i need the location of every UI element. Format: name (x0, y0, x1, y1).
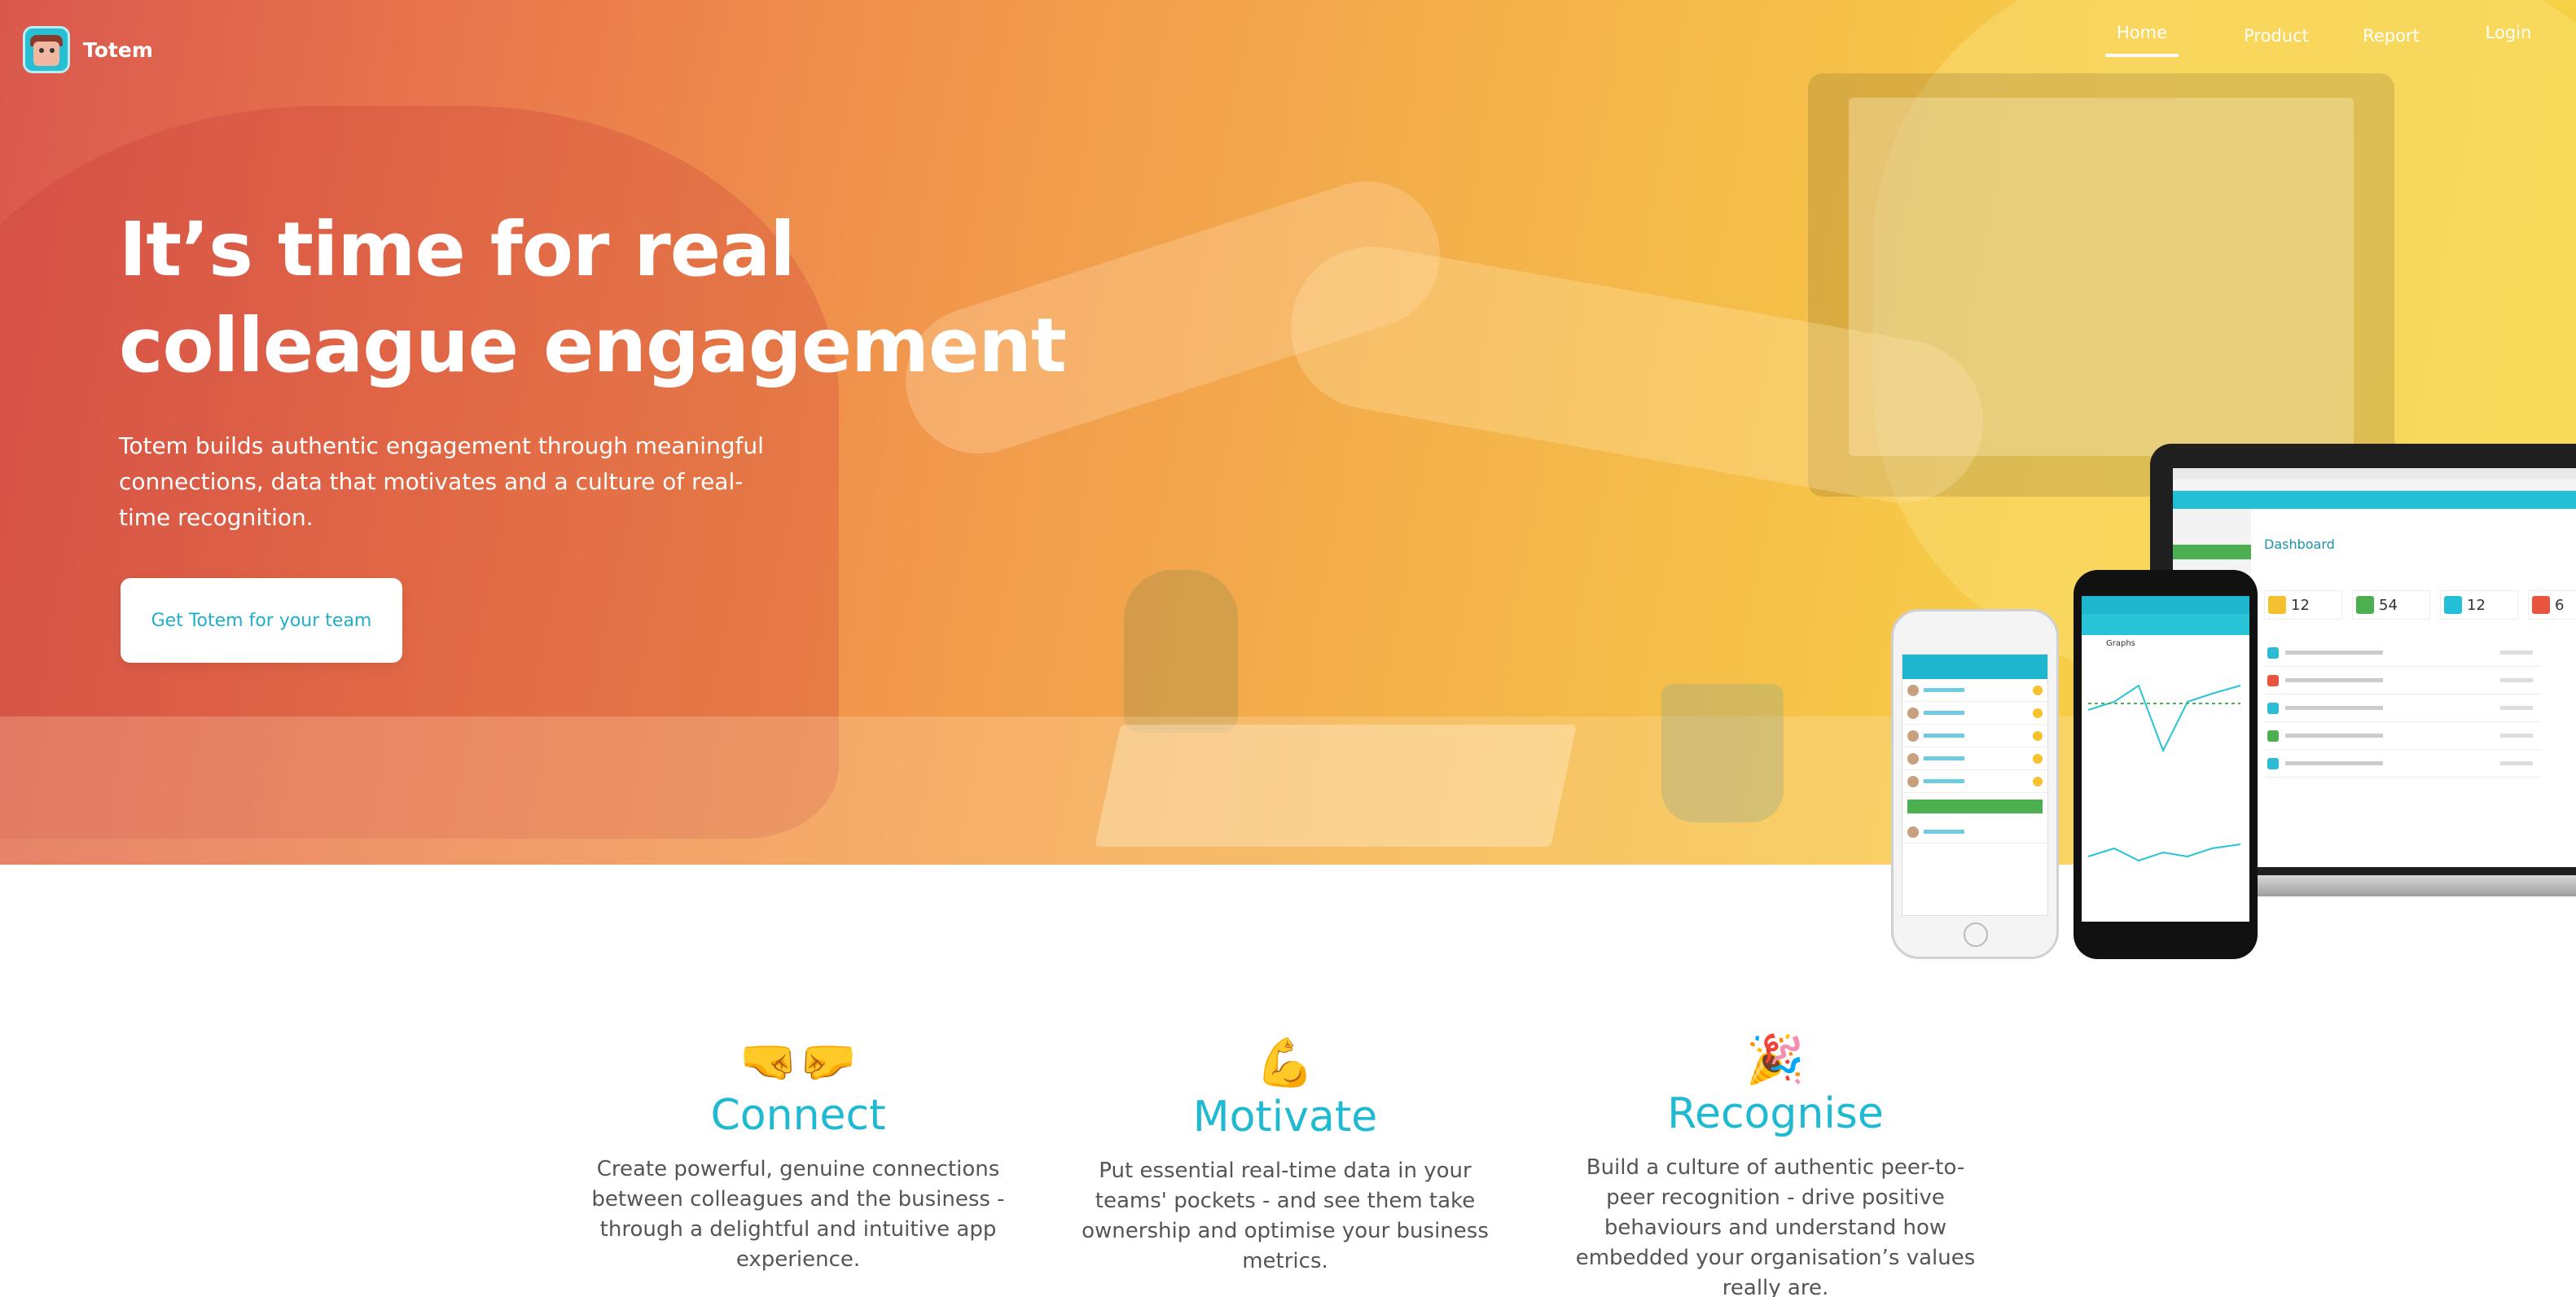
hero-photo-mug (1661, 684, 1784, 822)
nav-product[interactable]: Product (2227, 26, 2325, 46)
brand-name: Totem (83, 37, 153, 62)
feature-connect: 🤜🤛 Connect Create powerful, genuine conn… (586, 1032, 1010, 1275)
android-phone-mockup: Graphs (2074, 570, 2258, 959)
fist-bump-icon: 🤜🤛 (739, 1033, 858, 1089)
totem-logo-icon (23, 26, 70, 73)
hero-photo-plant (1124, 570, 1238, 733)
stat-value: 12 (2467, 596, 2486, 614)
stat-value: 12 (2291, 596, 2310, 614)
graph-lines (2087, 684, 2241, 862)
android-screen: Graphs (2082, 596, 2249, 922)
stat-value: 54 (2379, 596, 2398, 614)
hero-subtext: Totem builds authentic engagement throug… (119, 432, 764, 531)
dashboard-title: Dashboard (2264, 537, 2335, 552)
get-totem-button[interactable]: Get Totem for your team (121, 578, 402, 663)
nav-home[interactable]: Home (2105, 23, 2179, 57)
feature-recognise: 🎉 Recognise Build a culture of authentic… (1564, 1031, 1987, 1297)
dashboard-stats: 12 54 12 6 (2264, 590, 2576, 620)
brand-logo-link[interactable]: Totem (23, 26, 153, 73)
party-popper-icon: 🎉 (1745, 1032, 1806, 1087)
iphone-home-button (1964, 922, 1988, 947)
feature-title: Motivate (1192, 1093, 1378, 1141)
flexed-biceps-icon: 💪 (1255, 1035, 1315, 1090)
graphs-title: Graphs (2082, 635, 2249, 653)
feature-description: Put essential real-time data in your tea… (1082, 1159, 1489, 1273)
iphone-screen (1902, 654, 2048, 916)
hero-photo-book (1095, 725, 1577, 847)
dashboard-table (2264, 639, 2541, 778)
feature-motivate: 💪 Motivate Put essential real-time data … (1073, 1034, 1497, 1277)
feature-description: Build a culture of authentic peer-to-pee… (1575, 1155, 1976, 1297)
feature-title: Connect (710, 1091, 886, 1140)
nav-login[interactable]: Login (2472, 23, 2545, 42)
iphone-mockup (1891, 609, 2059, 959)
hero-headline: It’s time for real colleague engagement (119, 206, 1067, 389)
nav-report[interactable]: Report (2346, 26, 2436, 46)
feature-description: Create powerful, genuine connections bet… (591, 1157, 1005, 1272)
page: Totem Home Product Report Login It’s tim… (0, 0, 2576, 1297)
stat-value: 6 (2555, 596, 2565, 614)
feature-title: Recognise (1667, 1089, 1884, 1138)
